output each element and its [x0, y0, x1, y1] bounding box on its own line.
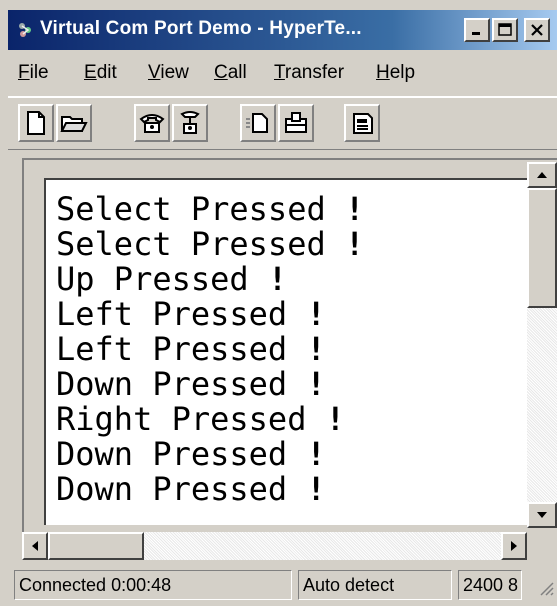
- horizontal-scrollbar[interactable]: [22, 532, 527, 560]
- arrow-down-icon: [537, 512, 547, 518]
- terminal-line: Down Pressed !: [56, 470, 326, 508]
- scroll-down-button[interactable]: [527, 502, 557, 528]
- scroll-left-button[interactable]: [22, 532, 48, 560]
- send-button[interactable]: [240, 104, 276, 142]
- terminal-line: Select Pressed !: [56, 190, 365, 228]
- status-bar: Connected 0:00:48 Auto detect 2400 8: [8, 564, 557, 604]
- maximize-button[interactable]: [492, 18, 518, 42]
- properties-icon: [353, 113, 373, 134]
- vertical-scrollbar[interactable]: [527, 162, 557, 528]
- terminal-line: Left Pressed !: [56, 330, 326, 368]
- horizontal-scroll-thumb[interactable]: [48, 532, 144, 560]
- menu-transfer[interactable]: Transfer: [274, 62, 344, 84]
- menu-call[interactable]: Call: [214, 62, 247, 84]
- menu-file[interactable]: File: [18, 62, 49, 84]
- hyperterminal-window: Virtual Com Port Demo - HyperTe... File …: [0, 0, 557, 606]
- menu-help[interactable]: Help: [376, 62, 415, 84]
- terminal-line: Left Pressed !: [56, 295, 326, 333]
- terminal-line: Select Pressed !: [56, 225, 365, 263]
- resize-grip-icon[interactable]: [538, 580, 554, 596]
- new-document-icon: [27, 111, 45, 135]
- terminal-screen[interactable]: Select Pressed ! Select Pressed ! Up Pre…: [44, 178, 527, 525]
- new-button[interactable]: [18, 104, 54, 142]
- close-icon: [531, 24, 543, 36]
- menu-bar: File Edit View Call Transfer Help: [8, 52, 557, 94]
- terminal-line: Right Pressed !: [56, 400, 345, 438]
- connect-button[interactable]: [134, 104, 170, 142]
- arrow-up-icon: [537, 172, 547, 178]
- status-detect: Auto detect: [298, 570, 452, 600]
- menu-edit[interactable]: Edit: [84, 62, 117, 84]
- receive-icon: [285, 112, 307, 133]
- connect-phone-icon: [139, 114, 165, 133]
- maximize-icon: [498, 23, 512, 36]
- terminal-line: Up Pressed !: [56, 260, 288, 298]
- toolbar: [8, 96, 557, 150]
- open-button[interactable]: [56, 104, 92, 142]
- minimize-button[interactable]: [464, 18, 490, 42]
- terminal-line: Down Pressed !: [56, 435, 326, 473]
- scroll-right-button[interactable]: [501, 532, 527, 560]
- properties-button[interactable]: [344, 104, 380, 142]
- scrollbar-corner: [527, 532, 557, 560]
- hyperterminal-app-icon: [19, 23, 31, 37]
- vertical-scroll-thumb[interactable]: [527, 188, 557, 308]
- open-folder-icon: [60, 116, 88, 132]
- terminal-line: Down Pressed !: [56, 365, 326, 403]
- menu-view[interactable]: View: [148, 62, 189, 84]
- minimize-icon: [472, 32, 480, 35]
- receive-button[interactable]: [278, 104, 314, 142]
- send-icon: [246, 113, 268, 133]
- disconnect-phone-icon: [180, 111, 200, 134]
- arrow-right-icon: [511, 541, 517, 551]
- window-title: Virtual Com Port Demo - HyperTe...: [40, 18, 362, 39]
- status-baud: 2400 8: [458, 570, 522, 600]
- status-connection: Connected 0:00:48: [14, 570, 292, 600]
- title-bar[interactable]: Virtual Com Port Demo - HyperTe...: [8, 10, 557, 50]
- scroll-up-button[interactable]: [527, 162, 557, 188]
- disconnect-button[interactable]: [172, 104, 208, 142]
- close-button[interactable]: [524, 18, 550, 42]
- arrow-left-icon: [32, 541, 38, 551]
